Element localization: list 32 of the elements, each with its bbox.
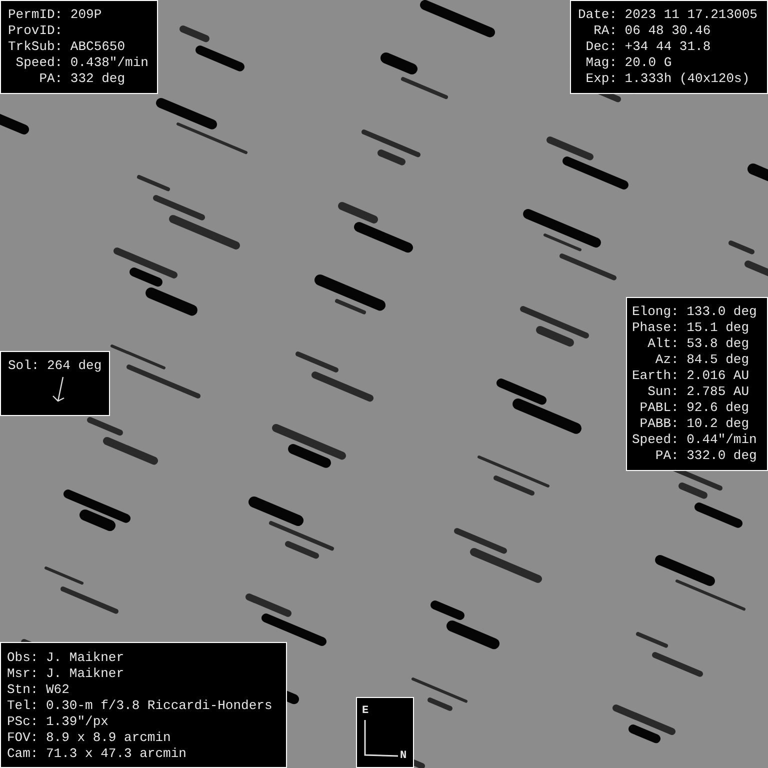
sun-angle-text: Sol: 264 deg	[8, 358, 102, 374]
info-text: Stn: W62	[7, 682, 70, 698]
info-text: ProvID:	[8, 23, 64, 39]
info-text: Speed: 0.438"/min	[14, 55, 150, 71]
info-text: Speed: 0.44"/min	[632, 432, 758, 448]
info-text: Phase: 15.1 deg	[632, 320, 750, 336]
info-text: Az: 84.5 deg	[654, 352, 750, 368]
info-text: PABL: 92.6 deg	[638, 400, 750, 416]
compass-east-label: E	[362, 705, 369, 717]
info-text: Earth: 2.016 AU	[632, 368, 750, 384]
info-text: Alt: 53.8 deg	[646, 336, 750, 352]
info-text: FOV: 8.9 x 8.9 arcmin	[7, 730, 172, 746]
info-text: Date: 2023 11 17.213005	[578, 7, 758, 23]
info-text: Elong: 133.0 deg	[632, 304, 758, 320]
info-text: Sun: 2.785 AU	[646, 384, 750, 400]
info-text: PABB: 10.2 deg	[638, 416, 750, 432]
info-text: PSc: 1.39"/px	[7, 714, 110, 730]
info-text: Obs: J. Maikner	[7, 650, 126, 666]
info-text: RA: 06 48 30.46	[592, 23, 712, 39]
info-text: PA: 332.0 deg	[654, 448, 758, 464]
info-text: Msr: J. Maikner	[7, 666, 126, 682]
info-text: PermID: 209P	[8, 7, 103, 23]
info-text: Cam: 71.3 x 47.3 arcmin	[7, 746, 188, 762]
info-text: TrkSub: ABC5650	[8, 39, 126, 55]
info-text: Tel: 0.30-m f/3.8 Riccardi-Honders	[7, 698, 274, 714]
info-text: PA: 332 deg	[38, 71, 126, 87]
arrow-icon	[52, 376, 66, 404]
compass-axes-icon	[363, 719, 399, 759]
info-text: Dec: +34 44 31.8	[584, 39, 712, 55]
info-text: Mag: 20.0 G	[584, 55, 673, 71]
compass-north-label: N	[400, 750, 407, 762]
info-text: Exp: 1.333h (40x120s)	[584, 71, 751, 87]
